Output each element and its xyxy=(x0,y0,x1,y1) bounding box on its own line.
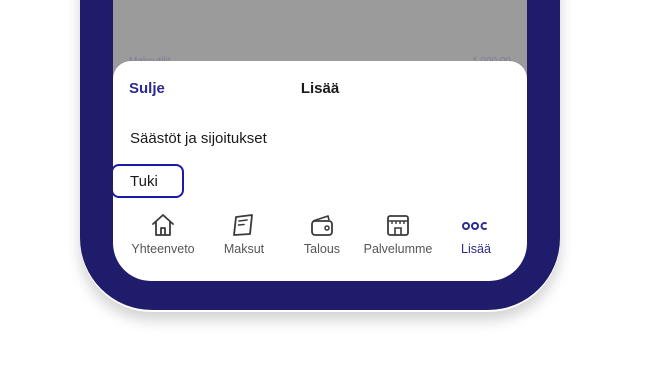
more-dots-icon xyxy=(462,222,488,231)
tab-label: Palvelumme xyxy=(363,242,433,256)
menu-item-support-label: Tuki xyxy=(130,172,158,190)
menu-item-support[interactable]: Tuki xyxy=(113,164,184,198)
store-icon xyxy=(387,215,409,236)
tab-lisaa[interactable]: Lisää xyxy=(436,208,516,266)
tab-yhteenveto[interactable]: Yhteenveto xyxy=(123,208,203,266)
bottom-tab-bar: Yhteenveto Maksut Talous Palvelumme Lisä… xyxy=(113,208,527,268)
menu-item-savings-investments[interactable]: Säästöt ja sijoitukset xyxy=(130,130,267,147)
tab-label: Talous xyxy=(303,242,341,256)
tab-palvelumme[interactable]: Palvelumme xyxy=(358,208,438,266)
tab-label: Lisää xyxy=(461,242,491,256)
sheet-title: Lisää xyxy=(300,80,340,97)
tab-talous[interactable]: Talous xyxy=(282,208,362,266)
phone-frame: Maksutilit 1 000,00 Sulje Lisää Säästöt … xyxy=(80,0,560,310)
sheet-header: Sulje Lisää xyxy=(113,61,527,105)
tab-label: Maksut xyxy=(223,242,265,256)
tab-maksut[interactable]: Maksut xyxy=(204,208,284,266)
payments-icon xyxy=(233,214,253,236)
wallet-icon xyxy=(311,215,333,236)
tab-label: Yhteenveto xyxy=(131,242,195,256)
more-bottom-sheet: Sulje Lisää Säästöt ja sijoitukset Tuki … xyxy=(113,61,527,281)
home-icon xyxy=(152,214,174,236)
app-screen: Maksutilit 1 000,00 Sulje Lisää Säästöt … xyxy=(113,0,527,281)
